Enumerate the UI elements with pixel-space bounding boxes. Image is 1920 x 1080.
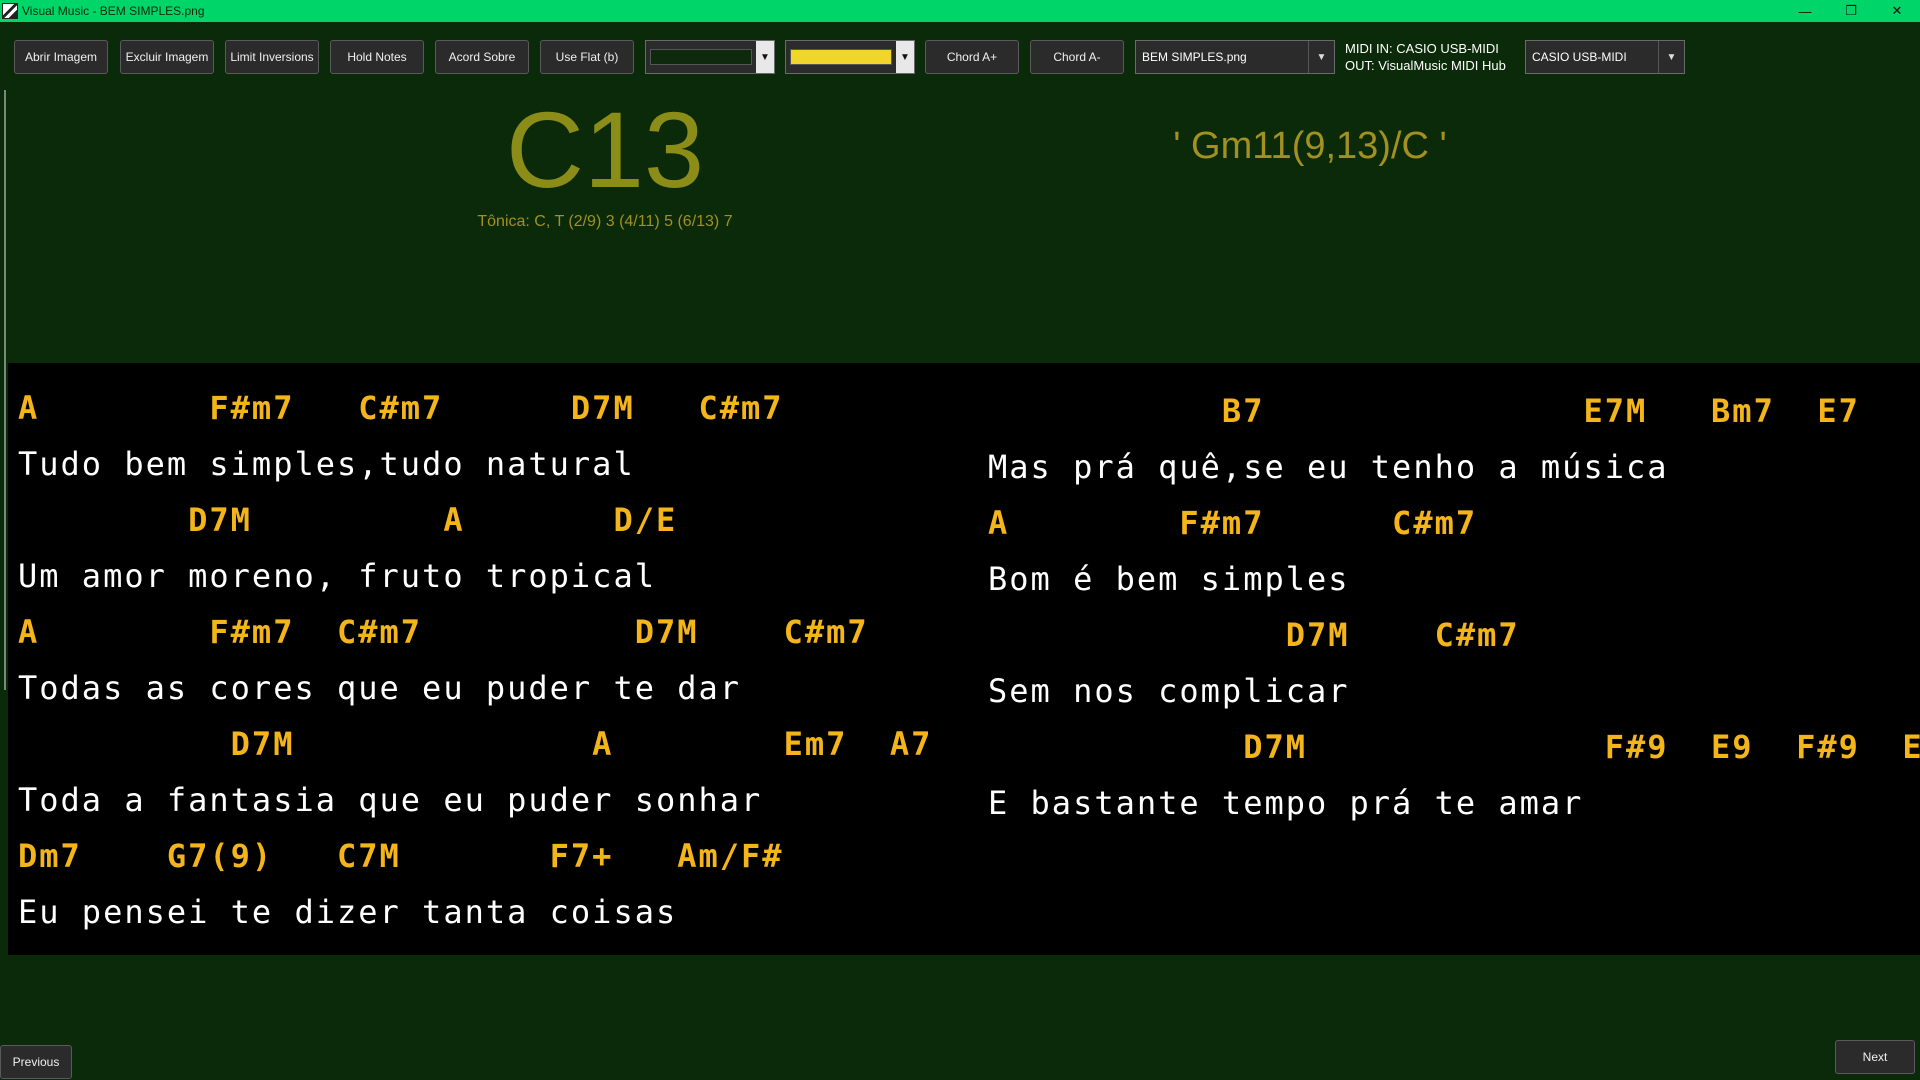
- lyric-line: Toda a fantasia que eu puder sonhar: [18, 781, 763, 819]
- delete-image-button[interactable]: Excluir Imagem: [120, 40, 214, 74]
- chord-plus-button[interactable]: Chord A+: [925, 40, 1019, 74]
- lyric-line: Eu pensei te dizer tanta coisas: [18, 893, 678, 931]
- chevron-down-icon[interactable]: ▼: [896, 41, 914, 73]
- lyrics-sheet: A F#m7 C#m7 D7M C#m7 Tudo bem simples,tu…: [8, 363, 1920, 955]
- chevron-down-icon[interactable]: ▼: [1308, 41, 1334, 73]
- chord-line: D7M F#9 E9 F#9 E9: [988, 728, 1920, 766]
- minimize-button[interactable]: —: [1782, 0, 1828, 22]
- acord-sobre-button[interactable]: Acord Sobre: [435, 40, 529, 74]
- lyric-line: Sem nos complicar: [988, 672, 1350, 710]
- midi-device-value: CASIO USB-MIDI: [1532, 50, 1627, 64]
- toolbar: Abrir Imagem Excluir Imagem Limit Invers…: [0, 22, 1920, 92]
- close-button[interactable]: ✕: [1874, 0, 1920, 22]
- chord-line: B7 E7M Bm7 E7: [988, 392, 1860, 430]
- midi-device-select[interactable]: CASIO USB-MIDI ▼: [1525, 40, 1685, 74]
- next-button[interactable]: Next: [1835, 1040, 1915, 1074]
- restore-button[interactable]: ❐: [1828, 0, 1874, 22]
- chord-line: A F#m7 C#m7 D7M C#m7: [18, 613, 869, 651]
- chord-line: A F#m7 C#m7: [988, 504, 1478, 542]
- chord-line: A F#m7 C#m7 D7M C#m7: [18, 389, 784, 427]
- midi-status: MIDI IN: CASIO USB-MIDI OUT: VisualMusic…: [1345, 40, 1506, 74]
- current-chord-name: C13: [505, 89, 705, 210]
- alternate-chord-name: ' Gm11(9,13)/C ': [1173, 125, 1447, 167]
- app-logo-icon: [2, 3, 18, 19]
- chord-color-picker[interactable]: ▼: [785, 40, 915, 74]
- lyric-line: E bastante tempo prá te amar: [988, 784, 1584, 822]
- chord-minus-button[interactable]: Chord A-: [1030, 40, 1124, 74]
- chord-intervals: Tônica: C, T (2/9) 3 (4/11) 5 (6/13) 7: [477, 213, 733, 230]
- background-color-picker[interactable]: ▼: [645, 40, 775, 74]
- previous-button[interactable]: Previous: [0, 1045, 72, 1079]
- chevron-down-icon[interactable]: ▼: [756, 41, 774, 73]
- midi-out-label: OUT: VisualMusic MIDI Hub: [1345, 58, 1506, 73]
- hold-notes-button[interactable]: Hold Notes: [330, 40, 424, 74]
- limit-inversions-button[interactable]: Limit Inversions: [225, 40, 319, 74]
- background-color-swatch: [650, 49, 752, 65]
- chord-line: D7M A Em7 A7: [18, 725, 933, 763]
- file-select-value: BEM SIMPLES.png: [1142, 50, 1247, 64]
- lyric-line: Bom é bem simples: [988, 560, 1350, 598]
- chord-line: D7M C#m7: [988, 616, 1520, 654]
- window-title: Visual Music - BEM SIMPLES.png: [22, 4, 205, 18]
- title-bar: Visual Music - BEM SIMPLES.png — ❐ ✕: [0, 0, 1920, 22]
- lyric-line: Todas as cores que eu puder te dar: [18, 669, 742, 707]
- use-flat-button[interactable]: Use Flat (b): [540, 40, 634, 74]
- open-image-button[interactable]: Abrir Imagem: [14, 40, 108, 74]
- midi-in-label: MIDI IN: CASIO USB-MIDI: [1345, 41, 1499, 56]
- chord-color-swatch: [790, 49, 892, 65]
- chord-line: Dm7 G7(9) C7M F7+ Am/F#: [18, 837, 784, 875]
- file-select[interactable]: BEM SIMPLES.png ▼: [1135, 40, 1335, 74]
- scrollbar[interactable]: [4, 90, 6, 690]
- lyric-line: Tudo bem simples,tudo natural: [18, 445, 635, 483]
- chevron-down-icon[interactable]: ▼: [1658, 41, 1684, 73]
- chord-line: D7M A D/E: [18, 501, 678, 539]
- lyric-line: Um amor moreno, fruto tropical: [18, 557, 656, 595]
- lyric-line: Mas prá quê,se eu tenho a música: [988, 448, 1669, 486]
